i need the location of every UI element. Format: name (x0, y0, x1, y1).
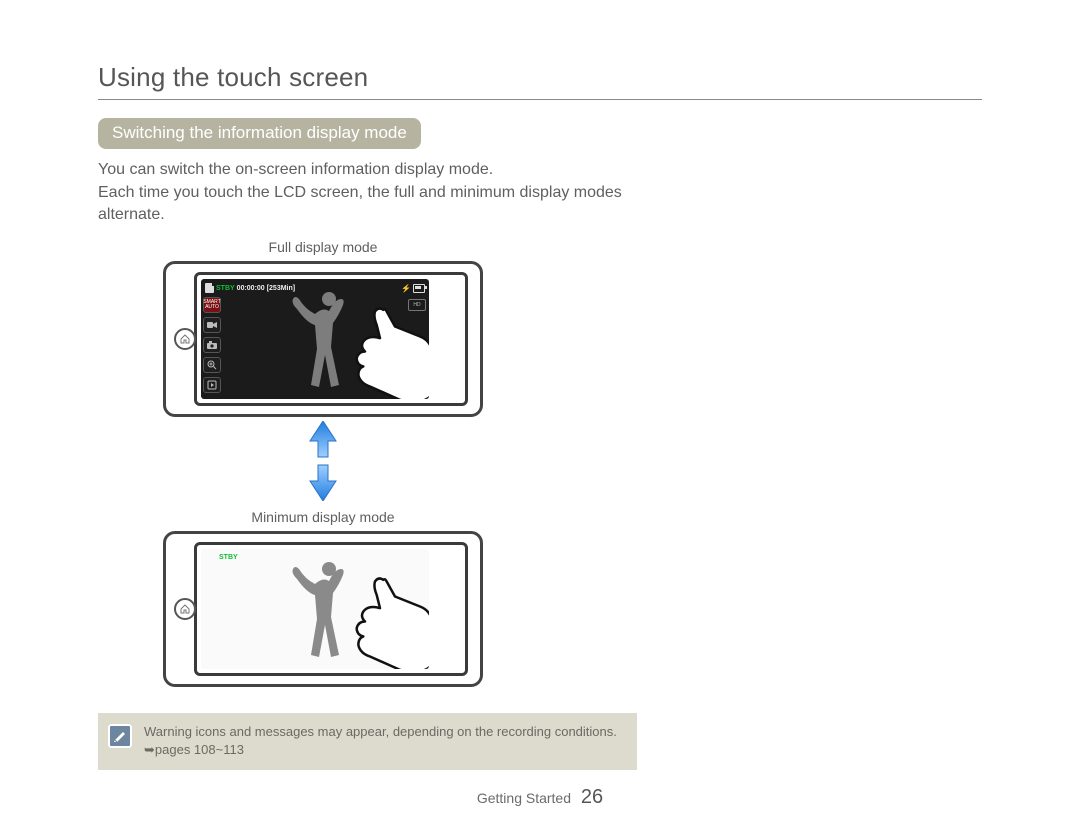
remaining-time: [253Min] (267, 285, 295, 292)
zoom-icon (203, 357, 221, 373)
note-text: Warning icons and messages may appear, d… (144, 724, 617, 757)
status-bar: STBY 00:00:00 [253Min] ⚡ (205, 283, 425, 293)
double-arrow-icon (308, 421, 338, 501)
caption-full: Full display mode (98, 239, 548, 255)
rec-time: 00:00:00 (237, 285, 265, 292)
left-icon-strip: SMART AUTO (203, 297, 221, 393)
photo-mode-icon (203, 337, 221, 353)
section-body: You can switch the on-screen information… (98, 159, 658, 227)
video-mode-icon (203, 317, 221, 333)
horizontal-rule (98, 99, 982, 100)
smart-auto-icon: SMART AUTO (203, 297, 221, 313)
touch-hand-icon (335, 299, 429, 399)
footer-section-label: Getting Started (477, 790, 571, 806)
caption-minimum: Minimum display mode (98, 509, 548, 525)
device-minimum-display: STBY (163, 531, 483, 687)
manual-page: Using the touch screen Switching the inf… (0, 0, 1080, 825)
home-button-icon (174, 598, 196, 620)
sd-card-icon (205, 283, 214, 293)
screen-bezel: STBY 00:00:00 [253Min] ⚡ SMART AUTO (194, 272, 468, 406)
device-full-display: STBY 00:00:00 [253Min] ⚡ SMART AUTO (163, 261, 483, 417)
lcd-screen-full: STBY 00:00:00 [253Min] ⚡ SMART AUTO (201, 279, 429, 399)
section-heading-pill: Switching the information display mode (98, 118, 421, 149)
illustration-block: Full display mode STBY 00:00:00 [253Min] (98, 239, 548, 687)
battery-icon (413, 284, 425, 293)
stby-label: STBY (219, 554, 238, 561)
note-icon (108, 724, 132, 748)
home-button-icon (174, 328, 196, 350)
plug-icon: ⚡ (401, 284, 411, 293)
page-footer: Getting Started 26 (0, 786, 1080, 809)
play-icon (203, 377, 221, 393)
note-box: Warning icons and messages may appear, d… (98, 713, 637, 769)
page-number: 26 (581, 786, 603, 808)
screen-bezel: STBY (194, 542, 468, 676)
touch-hand-icon (335, 569, 429, 669)
stby-label: STBY (216, 285, 235, 292)
lcd-screen-minimum: STBY (201, 549, 429, 669)
page-title: Using the touch screen (98, 62, 982, 93)
